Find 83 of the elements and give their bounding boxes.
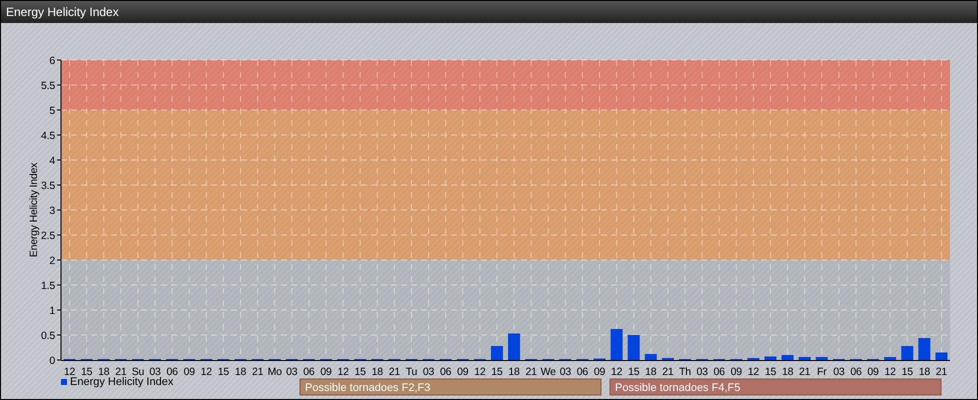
x-tick-label: 15	[491, 366, 503, 378]
x-tick-label: 21	[388, 366, 400, 378]
data-bar	[610, 329, 623, 360]
x-tick-label: 18	[372, 366, 383, 378]
y-tick-label: 3	[49, 205, 55, 217]
data-bar	[901, 346, 914, 360]
x-tick-label: 12	[474, 366, 486, 378]
data-bar	[798, 357, 811, 360]
x-tick-label: 09	[730, 366, 742, 378]
data-bar	[884, 357, 896, 360]
data-bar	[628, 335, 640, 360]
x-tick-label: 21	[252, 366, 264, 378]
x-tick-label: 15	[902, 366, 913, 378]
x-tick-label: Tu	[406, 366, 418, 378]
y-tick-label: 4.5	[41, 130, 55, 142]
window-title: Energy Helicity Index	[6, 5, 119, 19]
y-tick-label: 6	[49, 55, 55, 67]
x-tick-label: 03	[149, 366, 161, 378]
x-tick-label: 06	[303, 366, 315, 378]
x-tick-label: 15	[354, 366, 366, 378]
x-tick-label: 18	[918, 366, 930, 378]
data-bar	[918, 338, 930, 360]
y-tick-label: 0.5	[41, 330, 55, 342]
x-tick-label: 15	[764, 366, 776, 378]
x-tick-label: Fr	[817, 366, 827, 378]
x-tick-label: 21	[936, 366, 948, 378]
x-tick-label: 12	[64, 366, 76, 378]
data-bar	[782, 355, 794, 360]
x-tick-label: 18	[645, 366, 656, 378]
y-tick-label: 5.5	[41, 80, 55, 92]
x-tick-label: 21	[526, 366, 537, 378]
x-tick-label: 21	[799, 366, 810, 378]
data-bar	[490, 346, 503, 360]
x-tick-label: 09	[594, 366, 606, 378]
data-bar	[644, 354, 657, 360]
x-tick-label: 09	[320, 366, 332, 378]
x-tick-label: 15	[81, 366, 92, 378]
x-tick-label: 06	[440, 366, 452, 378]
x-tick-label: 09	[867, 366, 879, 378]
x-tick-label: 03	[833, 366, 845, 378]
x-tick-label: 09	[457, 366, 468, 378]
y-tick-label: 0	[49, 355, 55, 367]
x-tick-label: 03	[286, 366, 298, 378]
x-tick-label: 18	[98, 366, 110, 378]
zone-label-text: Possible tornadoes F4,F5	[615, 382, 740, 394]
x-tick-label: 06	[576, 366, 588, 378]
y-tick-label: 1	[49, 305, 55, 317]
x-tick-label: 12	[337, 366, 349, 378]
x-tick-label: We	[540, 366, 556, 378]
x-tick-label: 15	[218, 366, 230, 378]
x-tick-label: 18	[782, 366, 794, 378]
x-tick-label: 03	[560, 366, 571, 378]
data-bar	[816, 357, 828, 360]
y-tick-label: 3.5	[41, 180, 55, 192]
x-tick-label: 03	[422, 366, 434, 378]
x-tick-label: 09	[184, 366, 195, 378]
y-tick-label: 4	[49, 155, 55, 167]
x-tick-label: 18	[508, 366, 520, 378]
x-tick-label: 12	[884, 366, 896, 378]
zone-label-text: Possible tornadoes F2,F3	[305, 382, 430, 394]
y-tick-label: 2.5	[41, 230, 55, 242]
y-tick-label: 5	[49, 105, 55, 117]
legend-label: Energy Helicity Index	[70, 376, 174, 388]
x-tick-label: 12	[200, 366, 212, 378]
x-tick-label: 03	[696, 366, 708, 378]
x-tick-label: 06	[714, 366, 725, 378]
y-tick-label: 2	[49, 255, 55, 267]
x-tick-label: 06	[850, 366, 862, 378]
x-tick-label: 06	[166, 366, 178, 378]
x-tick-label: Su	[132, 366, 144, 378]
data-bar	[764, 356, 776, 360]
x-tick-label: 12	[610, 366, 622, 378]
x-tick-label: 21	[115, 366, 126, 378]
x-tick-label: 12	[748, 366, 760, 378]
x-tick-label: 18	[234, 366, 246, 378]
x-tick-label: 15	[628, 366, 640, 378]
y-axis-title: Energy Helicity Index	[28, 162, 40, 258]
y-tick-label: 1.5	[41, 280, 55, 292]
x-tick-label: Mo	[268, 366, 282, 378]
data-bar	[508, 334, 520, 360]
x-tick-label: 21	[662, 366, 674, 378]
x-tick-label: Th	[679, 366, 691, 378]
data-bar	[935, 352, 948, 360]
